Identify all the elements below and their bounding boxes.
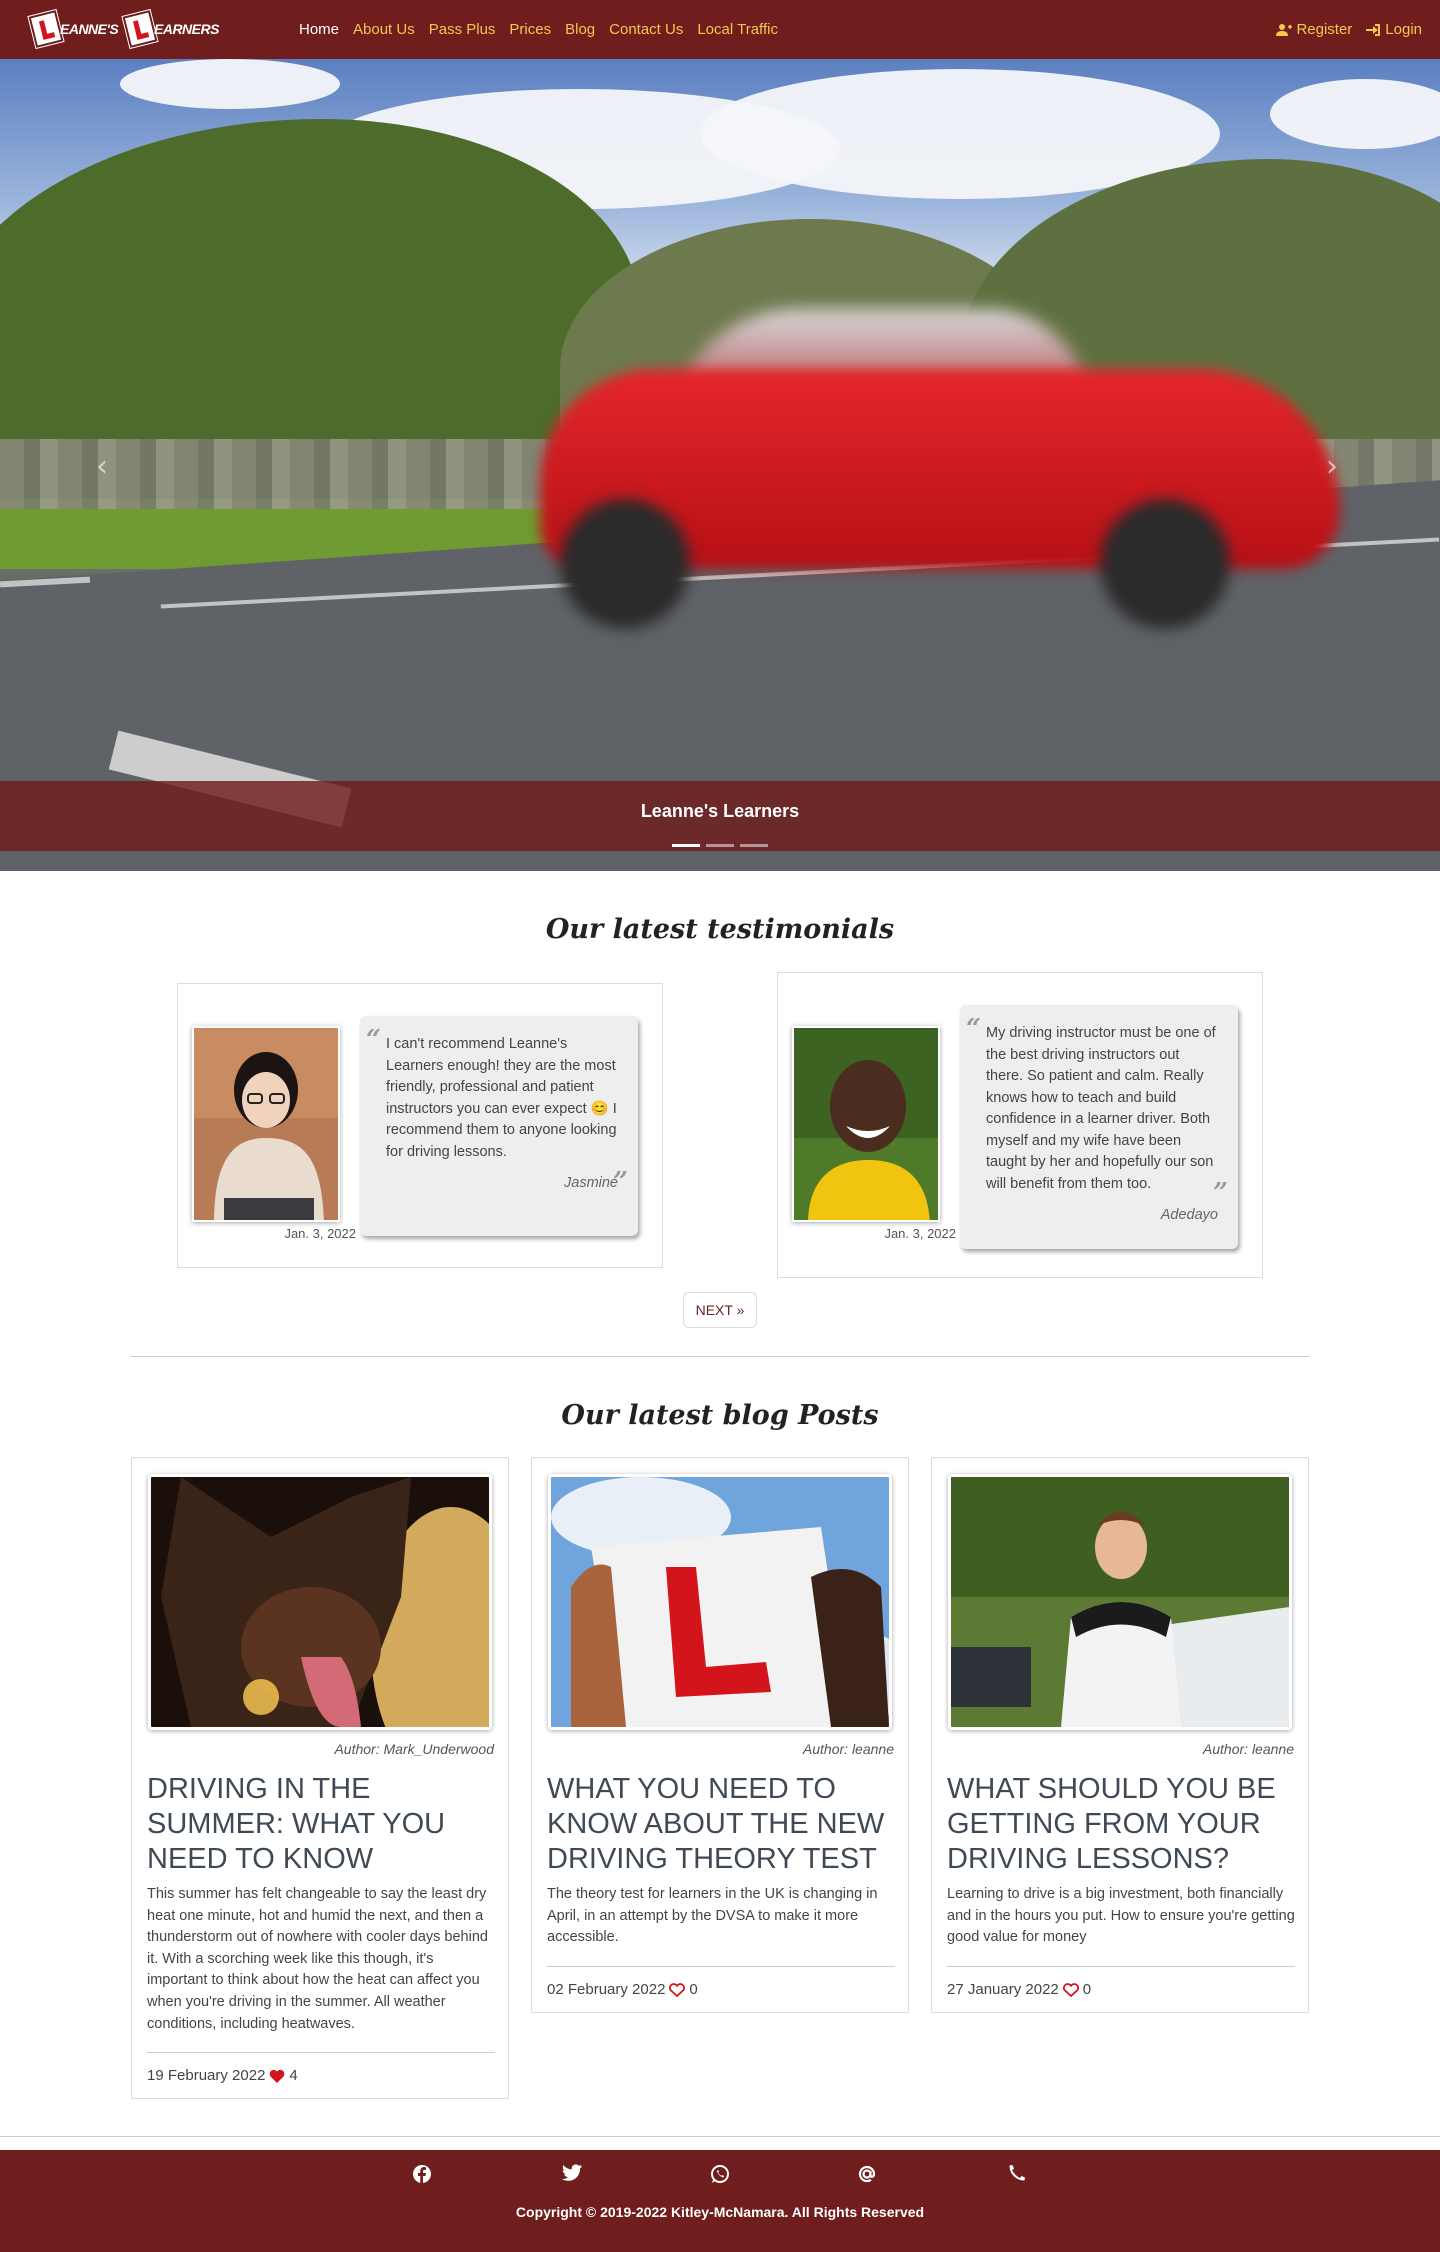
blog-divider (547, 1966, 895, 1967)
nav-link-home[interactable]: Home (292, 21, 346, 38)
facebook-icon[interactable] (412, 2164, 434, 2186)
heart-filled-icon[interactable] (269, 2069, 285, 2083)
blog-divider (147, 2052, 495, 2053)
blog-meta: 19 February 2022 4 (147, 2067, 298, 2084)
testimonial-card: Jan. 3, 2022 “ I can't recommend Leanne'… (177, 983, 663, 1268)
blog-author: Author: Mark_Underwood (334, 1741, 494, 1757)
blog-card[interactable]: Author: leanne WHAT SHOULD YOU BE GETTIN… (931, 1457, 1309, 2013)
l-plate-icon (122, 10, 158, 48)
footer: Copyright © 2019-2022 Kitley-McNamara. A… (0, 2150, 1440, 2252)
nav-link-contact-us[interactable]: Contact Us (602, 21, 690, 38)
brand-text-1: EANNE'S (60, 21, 119, 37)
testimonial-author: Jasmine (564, 1175, 618, 1191)
blog-image (948, 1474, 1292, 1730)
phone-icon[interactable] (1008, 2164, 1030, 2186)
blog-date: 02 February 2022 (547, 1981, 666, 1998)
testimonial-photo (792, 1026, 940, 1222)
carousel-indicator-1[interactable] (672, 844, 700, 847)
cloud-shape (120, 59, 340, 109)
nav-link-prices[interactable]: Prices (502, 21, 558, 38)
section-divider (130, 1356, 1310, 1357)
nav-link-blog[interactable]: Blog (558, 21, 602, 38)
carousel-indicator-3[interactable] (740, 844, 768, 847)
blog-card[interactable]: Author: leanne WHAT YOU NEED TO KNOW ABO… (531, 1457, 909, 2013)
hero-carousel: ‹ › Leanne's Learners (0, 59, 1440, 871)
quote-open-icon: “ (366, 1025, 381, 1055)
twitter-icon[interactable] (562, 2164, 584, 2186)
blog-likes: 0 (689, 1981, 698, 1998)
quote-open-icon: “ (966, 1014, 981, 1044)
nav-links: Home About Us Pass Plus Prices Blog Cont… (292, 0, 785, 59)
blog-author: Author: leanne (1202, 1741, 1294, 1757)
blog-likes: 0 (1082, 1981, 1092, 1998)
copyright-text: Copyright © 2019-2022 Kitley-McNamara. A… (515, 2204, 925, 2220)
next-testimonials-button[interactable]: NEXT » (683, 1292, 757, 1328)
heart-outline-icon[interactable] (1062, 1982, 1079, 1997)
testimonial-bubble: “ I can't recommend Leanne's Learners en… (360, 1016, 638, 1236)
red-car-image (540, 309, 1360, 629)
quote-close-icon: ” (1213, 1178, 1228, 1208)
blog-excerpt: The theory test for learners in the UK i… (547, 1886, 878, 1946)
cloud-shape (1270, 79, 1440, 149)
testimonial-date: Jan. 3, 2022 (284, 1226, 356, 1241)
navbar: EANNE'S EARNERS Home About Us Pass Plus … (0, 0, 1440, 59)
user-plus-icon (1276, 23, 1293, 36)
whatsapp-icon[interactable] (710, 2164, 732, 2186)
carousel-next-icon[interactable]: › (1326, 449, 1338, 484)
nav-link-local-traffic[interactable]: Local Traffic (690, 21, 785, 38)
blog-meta: 27 January 2022 0 (947, 1981, 1091, 1998)
blog-image (148, 1474, 492, 1730)
blog-post-title[interactable]: WHAT SHOULD YOU BE GETTING FROM YOUR DRI… (947, 1772, 1299, 1877)
carousel-indicators (0, 844, 1440, 847)
blog-date: 27 January 2022 (947, 1981, 1059, 1998)
nav-auth: Register Login (1262, 0, 1422, 59)
nav-link-about-us[interactable]: About Us (346, 21, 422, 38)
login-label: Login (1385, 21, 1422, 38)
register-label: Register (1296, 21, 1353, 38)
blog-post-title[interactable]: WHAT YOU NEED TO KNOW ABOUT THE NEW DRIV… (547, 1772, 899, 1877)
nav-link-pass-plus[interactable]: Pass Plus (422, 21, 503, 38)
blog-meta: 02 February 2022 0 (547, 1981, 698, 1998)
testimonial-photo (192, 1026, 340, 1222)
blog-excerpt: This summer has felt changeable to say t… (147, 1886, 488, 2032)
brand-text-2: EARNERS (154, 21, 219, 37)
login-link[interactable]: Login (1366, 21, 1422, 38)
testimonial-author: Adedayo (1160, 1207, 1218, 1223)
blog-image (548, 1474, 892, 1730)
blog-date: 19 February 2022 (147, 2067, 266, 2084)
carousel-caption: Leanne's Learners (0, 781, 1440, 851)
register-link[interactable]: Register (1276, 21, 1352, 38)
testimonial-date: Jan. 3, 2022 (884, 1226, 956, 1241)
testimonial-text: My driving instructor must be one of the… (986, 1025, 1216, 1192)
testimonial-card: Jan. 3, 2022 “ My driving instructor mus… (777, 972, 1263, 1278)
carousel-caption-title: Leanne's Learners (640, 801, 800, 821)
brand-logo[interactable]: EANNE'S EARNERS (28, 10, 222, 48)
blog-card[interactable]: Author: Mark_Underwood DRIVING IN THE SU… (131, 1457, 509, 2099)
footer-divider (0, 2136, 1440, 2137)
blog-post-title[interactable]: DRIVING IN THE SUMMER: WHAT YOU NEED TO … (147, 1772, 499, 1877)
heart-outline-icon[interactable] (669, 1982, 686, 1997)
email-icon[interactable] (857, 2164, 879, 2186)
testimonial-text: I can't recommend Leanne's Learners enou… (386, 1036, 617, 1160)
quote-close-icon: ” (613, 1167, 628, 1197)
blog-excerpt: Learning to drive is a big investment, b… (947, 1886, 1295, 1946)
testimonial-bubble: “ My driving instructor must be one of t… (960, 1005, 1238, 1249)
blog-title: Our latest blog Posts (561, 1400, 879, 1431)
blog-author: Author: leanne (802, 1741, 894, 1757)
sign-in-icon (1366, 23, 1381, 36)
carousel-indicator-2[interactable] (706, 844, 734, 847)
l-plate-icon (28, 10, 64, 48)
carousel-prev-icon[interactable]: ‹ (96, 449, 108, 484)
blog-likes: 4 (289, 2067, 298, 2084)
testimonials-title: Our latest testimonials (545, 914, 895, 945)
blog-divider (947, 1966, 1295, 1967)
